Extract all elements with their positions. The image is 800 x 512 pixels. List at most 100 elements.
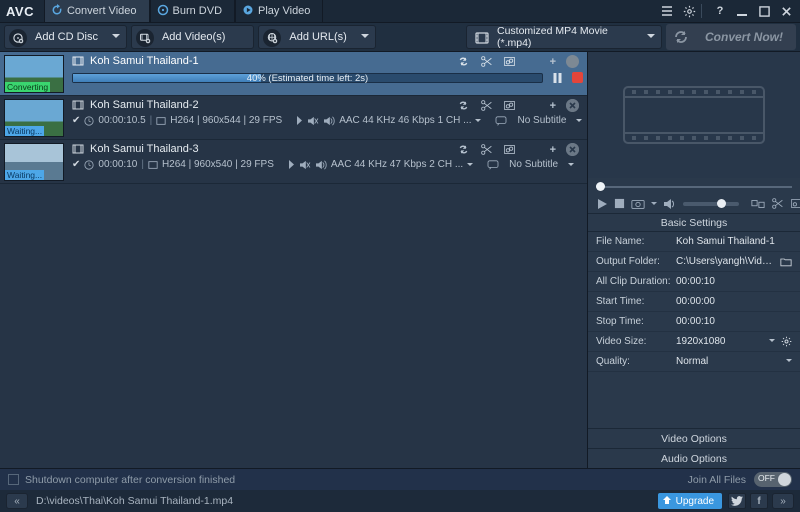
stop-icon[interactable] [572, 72, 583, 83]
play-icon[interactable] [596, 197, 608, 211]
cycle-icon[interactable] [457, 55, 470, 68]
gear-icon[interactable] [681, 3, 697, 19]
scissors-icon[interactable] [480, 55, 493, 68]
check-icon[interactable]: ✔ [72, 159, 80, 170]
maximize-icon[interactable] [756, 3, 772, 19]
minimize-icon[interactable] [734, 3, 750, 19]
preview-seek-slider[interactable] [596, 182, 792, 192]
chevron-down-icon[interactable] [576, 119, 582, 125]
help-icon[interactable]: ? [712, 3, 728, 19]
chevron-down-icon[interactable] [651, 202, 657, 208]
remove-icon[interactable] [566, 55, 579, 68]
add-icon[interactable]: + [550, 56, 556, 68]
upgrade-button[interactable]: Upgrade [658, 493, 722, 509]
add-videos-button[interactable]: Add Video(s) [131, 25, 254, 49]
globe-add-icon [263, 29, 281, 47]
filename-value[interactable]: Koh Samui Thailand-1 [676, 236, 792, 247]
add-urls-button[interactable]: Add URL(s) [258, 25, 375, 49]
item-duration: 00:00:10.5 [98, 115, 145, 126]
film-icon [72, 143, 84, 155]
disc-add-icon [9, 29, 27, 47]
film-reel-icon [614, 67, 774, 163]
volume-slider[interactable] [683, 202, 739, 206]
quality-select[interactable]: Normal [676, 356, 786, 367]
remove-icon[interactable] [566, 99, 579, 112]
cycle-icon[interactable] [457, 143, 470, 156]
chevron-down-icon[interactable] [786, 359, 792, 365]
chevron-down-icon[interactable] [568, 163, 574, 169]
scissors-icon[interactable] [480, 143, 493, 156]
gear-icon[interactable] [781, 336, 792, 347]
film-add-icon [136, 29, 154, 47]
thumbnail: Converting [4, 55, 64, 93]
output-folder-value[interactable]: C:\Users\yangh\Videos... [676, 256, 780, 267]
film-icon [72, 99, 84, 111]
effects-icon[interactable] [503, 143, 516, 156]
progress-text: 40% (Estimated time left: 2s) [247, 73, 368, 84]
audio-options-header[interactable]: Audio Options [588, 448, 800, 468]
convert-now-button[interactable]: Convert Now! [666, 24, 796, 50]
remove-icon[interactable] [566, 143, 579, 156]
subtitle-icon [495, 116, 507, 126]
list-item[interactable]: Waiting... Koh Samui Thailand-2 + ✔ [0, 96, 587, 140]
facebook-icon[interactable]: f [750, 493, 768, 509]
snapshot-icon[interactable] [631, 197, 645, 211]
effects-icon[interactable] [790, 197, 800, 211]
current-file-path: D:\videos\Thai\Koh Samui Thailand-1.mp4 [36, 495, 233, 507]
item-audio-meta: AAC 44 KHz 47 Kbps 2 CH ... [331, 159, 463, 170]
chevron-down-icon [112, 34, 120, 42]
item-subtitle[interactable]: No Subtitle [503, 159, 564, 170]
tab-convert-video[interactable]: Convert Video [44, 0, 150, 22]
item-duration: 00:00:10 [98, 159, 137, 170]
video-options-header[interactable]: Video Options [588, 428, 800, 448]
app-logo: AVC [6, 4, 34, 19]
button-label: Add URL(s) [289, 31, 346, 43]
speaker-icon[interactable] [663, 197, 677, 211]
film-small-icon [156, 116, 166, 126]
check-icon[interactable]: ✔ [72, 115, 80, 126]
close-icon[interactable] [778, 3, 794, 19]
prev-button[interactable]: « [6, 493, 28, 509]
list-item[interactable]: Waiting... Koh Samui Thailand-3 + ✔ [0, 140, 587, 184]
chevron-right-icon[interactable] [296, 116, 303, 125]
output-profile-select[interactable]: Customized MP4 Movie (*.mp4) [466, 25, 662, 49]
chevron-down-icon[interactable] [467, 163, 473, 169]
tab-burn-dvd[interactable]: Burn DVD [150, 0, 236, 22]
scissors-icon[interactable] [480, 99, 493, 112]
cycle-icon[interactable] [457, 99, 470, 112]
video-size-select[interactable]: 1920x1080 [676, 336, 769, 347]
statusbar: « D:\videos\Thai\Koh Samui Thailand-1.mp… [0, 490, 800, 512]
add-cd-disc-button[interactable]: Add CD Disc [4, 25, 127, 49]
chevron-down-icon[interactable] [769, 339, 775, 345]
toolbar: Add CD Disc Add Video(s) Add URL(s) Cust… [0, 22, 800, 52]
footer-options: Shutdown computer after conversion finis… [0, 468, 800, 490]
add-icon[interactable]: + [550, 100, 556, 112]
loop-icon[interactable] [751, 197, 765, 211]
basic-settings-header: Basic Settings [588, 214, 800, 232]
stop-icon[interactable] [614, 197, 625, 211]
twitter-icon[interactable] [728, 493, 746, 509]
shutdown-checkbox[interactable] [8, 474, 19, 485]
folder-icon[interactable] [780, 257, 792, 267]
add-icon[interactable]: + [550, 144, 556, 156]
effects-icon[interactable] [503, 55, 516, 68]
next-button[interactable]: » [772, 493, 794, 509]
mute-icon[interactable] [299, 160, 311, 170]
list-item[interactable]: Converting Koh Samui Thailand-1 + [0, 52, 587, 96]
right-panel: Basic Settings File Name:Koh Samui Thail… [587, 52, 800, 468]
scissors-icon[interactable] [771, 197, 784, 211]
effects-icon[interactable] [503, 99, 516, 112]
item-title: Koh Samui Thailand-2 [90, 99, 199, 111]
chevron-down-icon[interactable] [475, 119, 481, 125]
join-all-files-toggle[interactable]: OFF [754, 472, 792, 487]
file-list: Converting Koh Samui Thailand-1 + [0, 52, 587, 468]
mute-icon[interactable] [307, 116, 319, 126]
pause-icon[interactable] [551, 71, 564, 84]
tab-play-video[interactable]: Play Video [235, 0, 323, 22]
chevron-right-icon[interactable] [288, 160, 295, 169]
item-subtitle[interactable]: No Subtitle [511, 115, 572, 126]
button-label: Convert Now! [705, 30, 783, 44]
menu-icon[interactable] [659, 3, 675, 19]
shutdown-label: Shutdown computer after conversion finis… [25, 474, 235, 486]
item-title: Koh Samui Thailand-1 [90, 55, 199, 67]
